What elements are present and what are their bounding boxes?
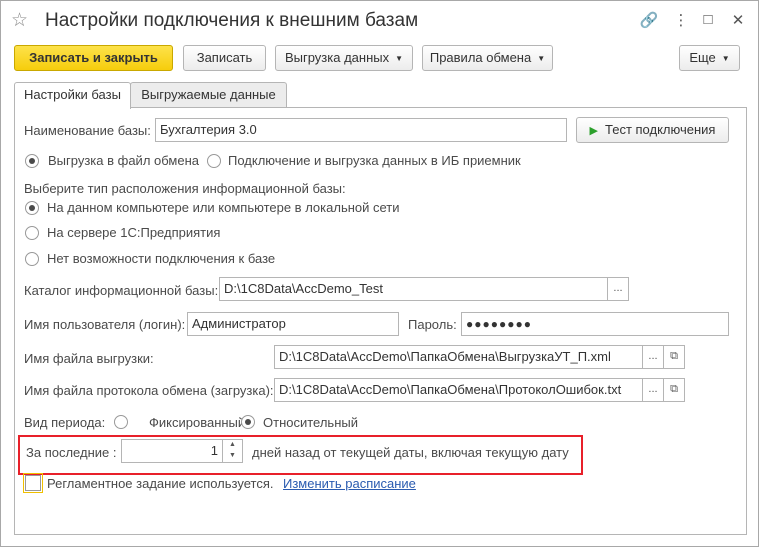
window-title: Настройки подключения к внешним базам (45, 10, 419, 31)
password-field[interactable]: ●●●●●●●● (461, 312, 729, 336)
tab-exported-data[interactable]: Выгружаемые данные (130, 82, 287, 108)
more-label: Еще (689, 50, 716, 65)
exchange-rules-label: Правила обмена (429, 50, 532, 65)
log-file-open-icon[interactable]: ⧉ (663, 378, 685, 402)
period-relative-label: Относительный (263, 415, 358, 430)
location-heading: Выберите тип расположения информационной… (24, 181, 346, 196)
export-file-field[interactable]: D:\1C8Data\AccDemo\ПапкаОбмена\ВыгрузкаУ… (274, 345, 643, 369)
period-fixed-label: Фиксированный (149, 415, 246, 430)
catalog-browse-button[interactable]: ... (607, 277, 629, 301)
more-icon[interactable]: ⋮ (671, 11, 691, 29)
export-data-dropdown[interactable]: Выгрузка данных ▼ (275, 45, 413, 71)
test-connection-button[interactable]: ▶ Тест подключения (576, 117, 729, 143)
last-days-stepper[interactable]: ▲ ▼ (222, 439, 242, 463)
password-label: Пароль: (408, 317, 457, 332)
db-name-field[interactable]: Бухгалтерия 3.0 (155, 118, 567, 142)
last-days-suffix: дней назад от текущей даты, включая теку… (252, 445, 569, 460)
test-connection-label: Тест подключения (605, 122, 716, 137)
log-file-label: Имя файла протокола обмена (загрузка): (24, 383, 274, 398)
close-icon[interactable]: ✕ (728, 11, 748, 29)
caret-down-icon: ▼ (395, 53, 404, 63)
radio-connect-and-export[interactable] (207, 154, 221, 168)
export-to-file-label: Выгрузка в файл обмена (48, 153, 199, 168)
caret-down-icon: ▼ (721, 53, 730, 63)
radio-export-to-file[interactable] (25, 154, 39, 168)
username-label: Имя пользователя (логин): (24, 317, 186, 332)
star-icon[interactable]: ☆ (11, 9, 28, 32)
tab-db-settings[interactable]: Настройки базы (14, 82, 131, 109)
spin-down-icon[interactable]: ▼ (223, 450, 242, 461)
change-schedule-link[interactable]: Изменить расписание (283, 476, 416, 491)
db-name-label: Наименование базы: (24, 123, 151, 138)
save-button[interactable]: Записать (183, 45, 266, 71)
play-icon: ▶ (589, 125, 598, 137)
caret-down-icon: ▼ (537, 53, 546, 63)
scheduled-task-checkbox[interactable] (23, 473, 43, 493)
link-icon[interactable]: 🔗 (639, 11, 659, 29)
settings-window: ☆ Настройки подключения к внешним базам … (0, 0, 759, 547)
username-field[interactable]: Администратор (187, 312, 399, 336)
radio-no-connection[interactable] (25, 252, 39, 266)
connect-and-export-label: Подключение и выгрузка данных в ИБ прием… (228, 153, 521, 168)
radio-1c-server[interactable] (25, 226, 39, 240)
more-dropdown[interactable]: Еще ▼ (679, 45, 740, 71)
no-connection-label: Нет возможности подключения к базе (47, 251, 276, 266)
local-computer-label: На данном компьютере или компьютере в ло… (47, 200, 400, 215)
spin-up-icon[interactable]: ▲ (223, 439, 242, 450)
log-file-browse-button[interactable]: ... (642, 378, 664, 402)
export-file-open-icon[interactable]: ⧉ (663, 345, 685, 369)
exchange-rules-dropdown[interactable]: Правила обмена ▼ (422, 45, 553, 71)
title-bar: ☆ Настройки подключения к внешним базам … (1, 1, 758, 41)
scheduled-task-label: Регламентное задание используется. (47, 476, 274, 491)
catalog-field[interactable]: D:\1C8Data\AccDemo_Test (219, 277, 608, 301)
last-days-label: За последние : (26, 445, 117, 460)
maximize-icon[interactable]: □ (698, 11, 718, 28)
catalog-label: Каталог информационной базы: (24, 283, 219, 298)
period-type-label: Вид периода: (24, 415, 106, 430)
export-data-label: Выгрузка данных (284, 50, 390, 65)
radio-local-computer[interactable] (25, 201, 39, 215)
radio-period-fixed[interactable] (114, 415, 128, 429)
log-file-field[interactable]: D:\1C8Data\AccDemo\ПапкаОбмена\ПротоколО… (274, 378, 643, 402)
radio-period-relative[interactable] (241, 415, 255, 429)
save-close-button[interactable]: Записать и закрыть (14, 45, 173, 71)
export-file-browse-button[interactable]: ... (642, 345, 664, 369)
export-file-label: Имя файла выгрузки: (24, 351, 154, 366)
1c-server-label: На сервере 1С:Предприятия (47, 225, 221, 240)
